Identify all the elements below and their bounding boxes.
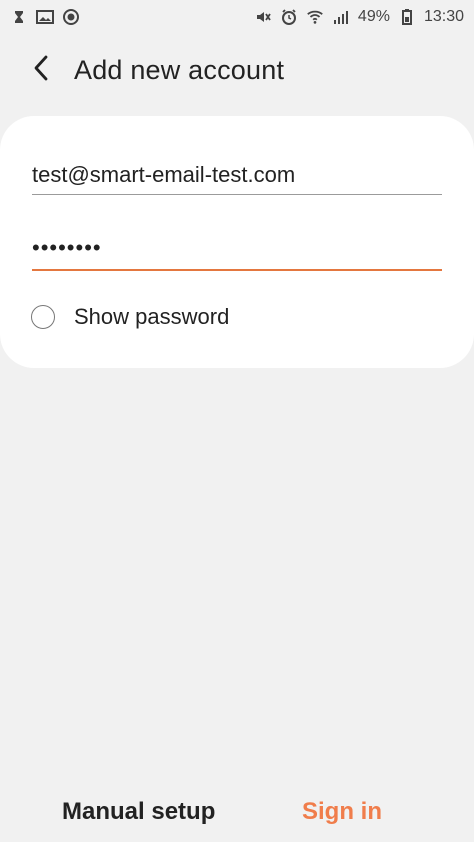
- battery-percent: 49%: [357, 8, 390, 25]
- back-arrow-icon: [32, 53, 50, 88]
- app-header: Add new account: [0, 42, 474, 98]
- bottom-actions: Manual setup Sign in: [0, 790, 474, 834]
- show-password-checkbox[interactable]: [31, 305, 55, 329]
- alarm-icon: [280, 8, 298, 26]
- mute-icon: [254, 8, 272, 26]
- show-password-toggle[interactable]: Show password: [31, 304, 229, 330]
- email-value: test@smart-email-test.com: [32, 162, 296, 187]
- clock-time: 13:30: [423, 8, 464, 25]
- image-icon: [36, 8, 54, 26]
- status-left-icons: [10, 8, 80, 26]
- password-value: ••••••••: [32, 235, 102, 260]
- show-password-label: Show password: [74, 304, 230, 329]
- sign-in-button[interactable]: Sign in: [302, 790, 382, 834]
- password-field[interactable]: ••••••••: [32, 233, 442, 271]
- wifi-icon: [306, 8, 324, 26]
- page-title: Add new account: [74, 54, 285, 85]
- email-field[interactable]: test@smart-email-test.com: [32, 160, 442, 195]
- status-right-icons: 49% 13:30: [254, 8, 464, 26]
- status-bar: 49% 13:30: [0, 0, 474, 34]
- record-icon: [62, 8, 80, 26]
- manual-setup-button[interactable]: Manual setup: [62, 790, 215, 834]
- account-form-card: test@smart-email-test.com •••••••• Show …: [0, 116, 474, 368]
- hourglass-icon: [10, 8, 28, 26]
- battery-icon: [398, 8, 416, 26]
- signal-icon: [332, 8, 350, 26]
- back-button[interactable]: [20, 49, 62, 91]
